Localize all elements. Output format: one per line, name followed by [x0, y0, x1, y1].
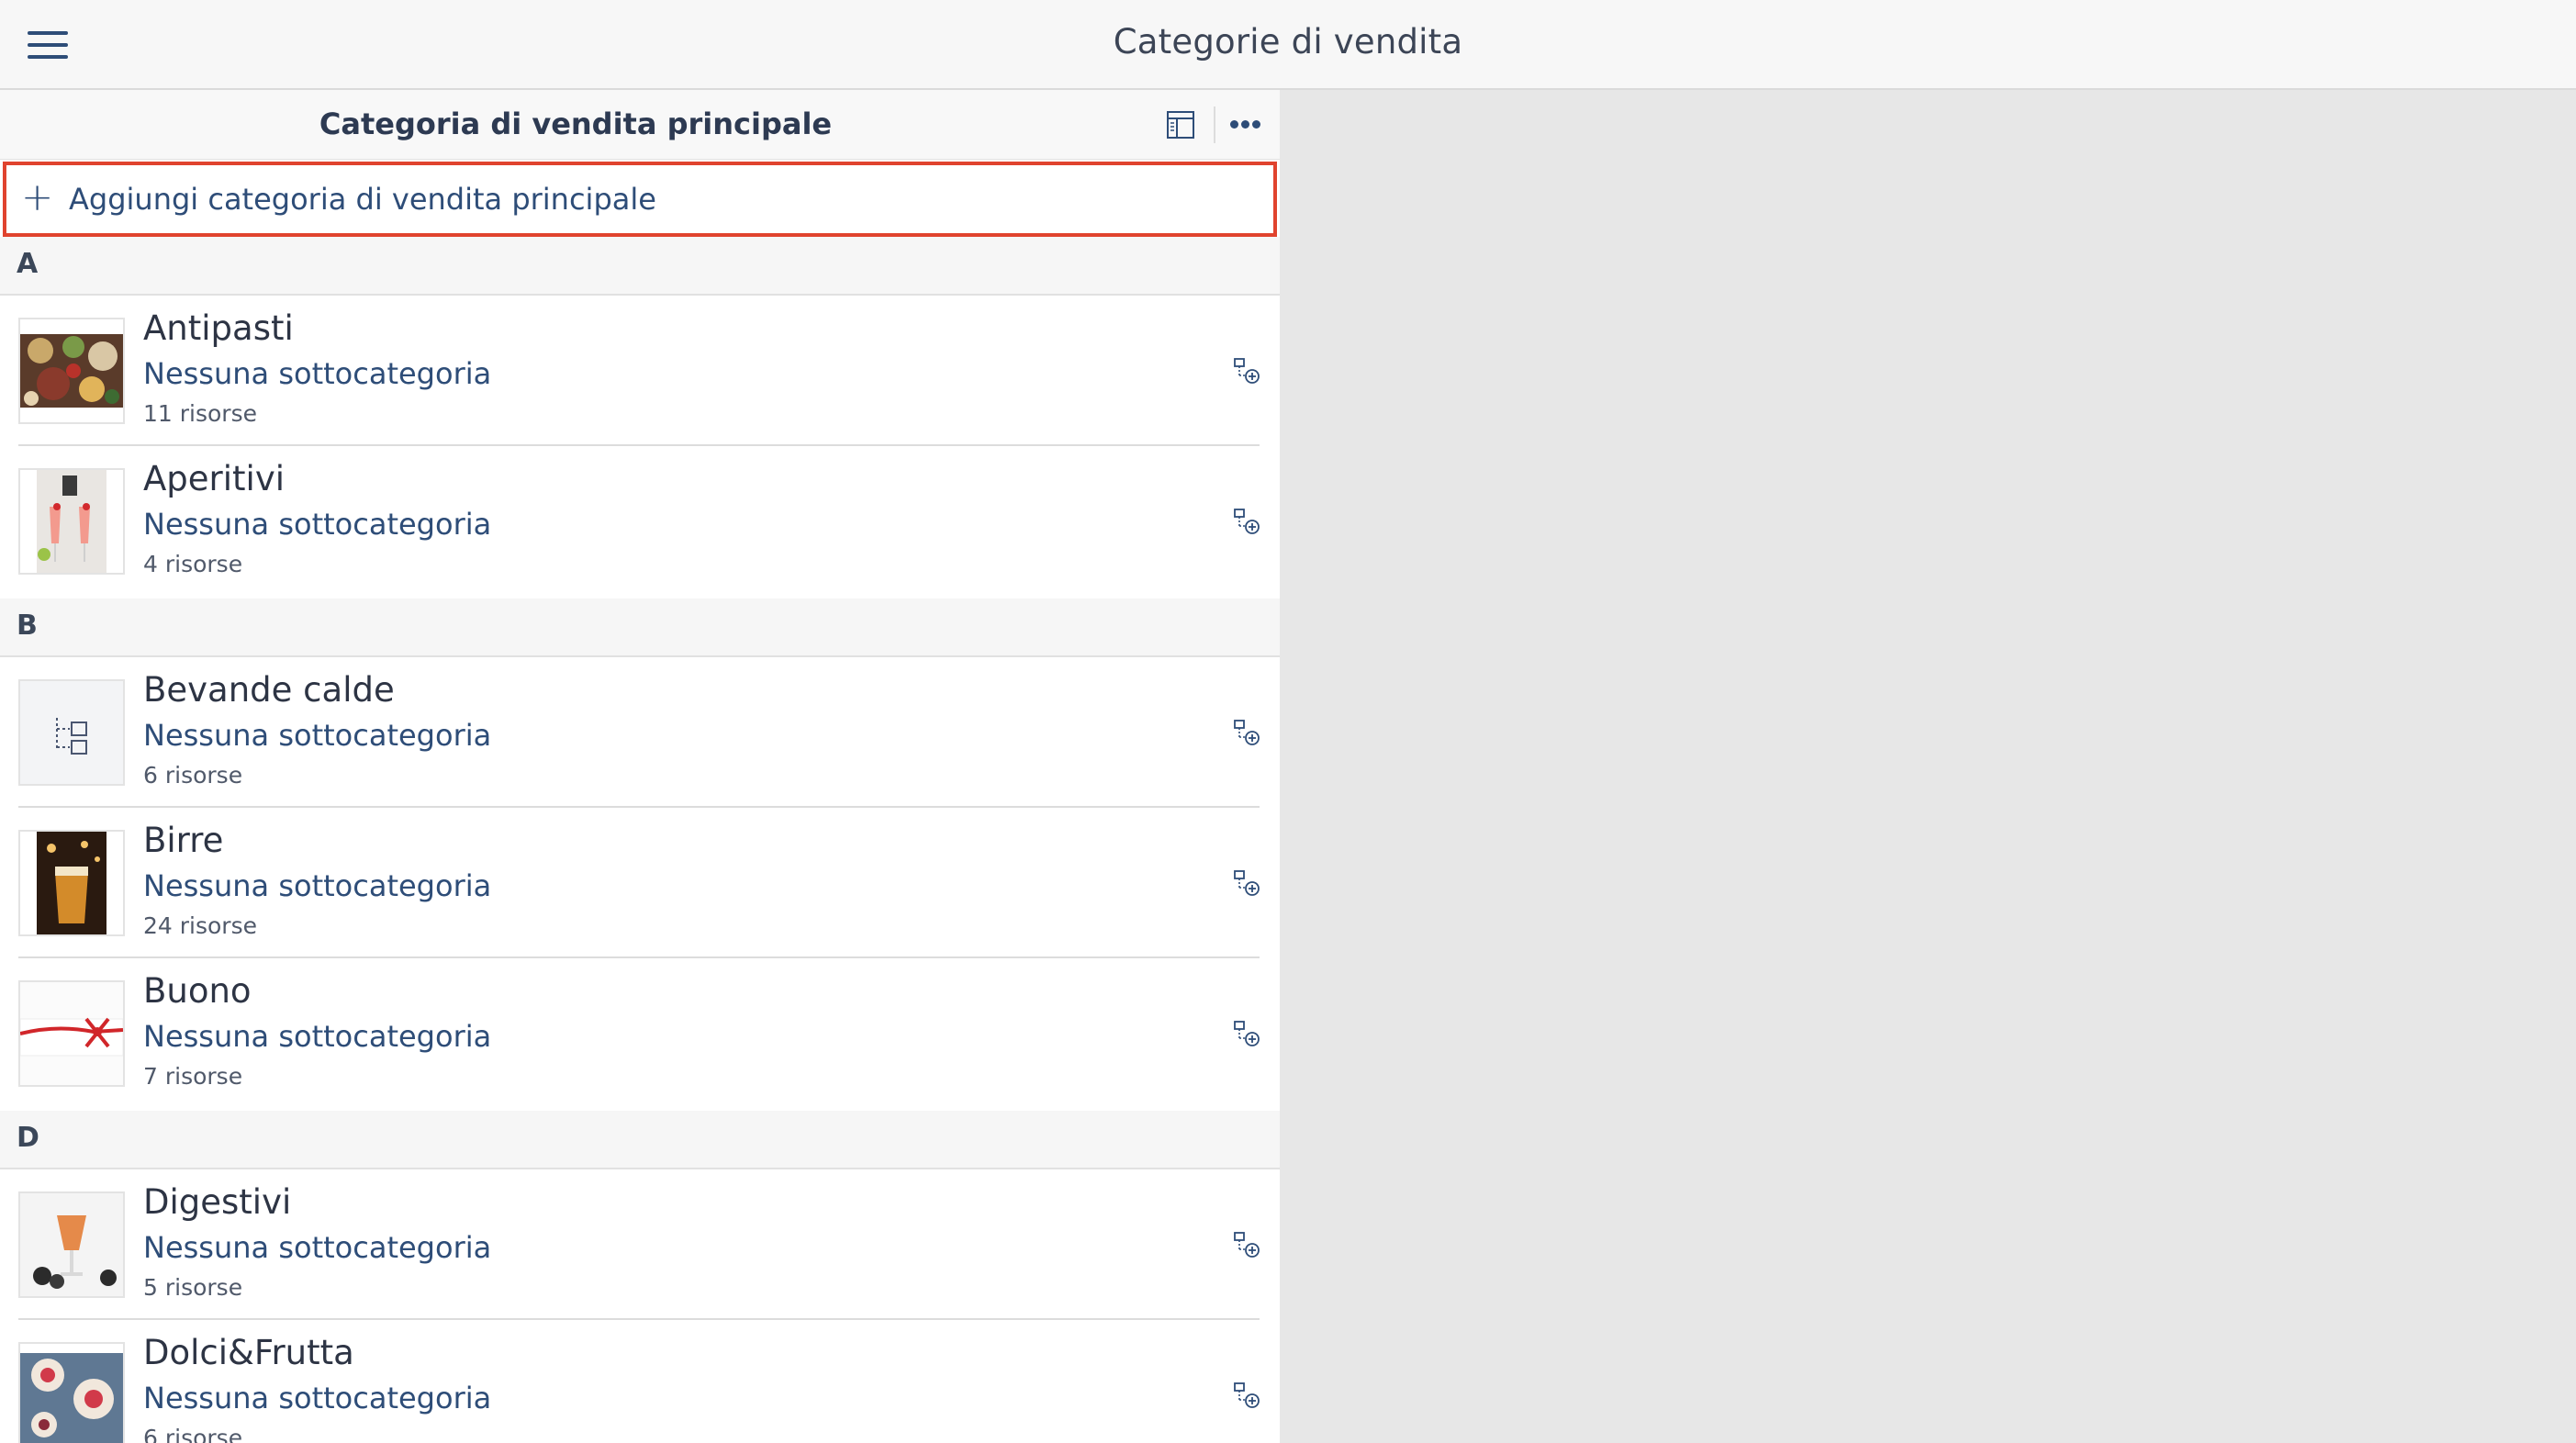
list-item-bevande-calde[interactable]: Bevande calde Nessuna sottocategoria 6 r…	[0, 657, 1280, 808]
desserts-fruit-thumbnail	[18, 1342, 125, 1443]
beer-glass-thumbnail	[18, 830, 125, 936]
resource-count: 4 risorse	[143, 551, 243, 577]
aperitif-glasses-thumbnail	[18, 468, 125, 575]
digestif-glass-thumbnail	[18, 1191, 125, 1298]
layout-panels-icon[interactable]	[1166, 110, 1195, 140]
sales-category-panel: Categoria di vendita principale + Aggiun…	[0, 90, 1280, 1443]
section-header-b: B	[0, 598, 1280, 657]
app-title: Categorie di vendita	[1113, 22, 1463, 62]
resource-count: 6 risorse	[143, 762, 243, 789]
add-main-category-button[interactable]: + Aggiungi categoria di vendita principa…	[3, 162, 1277, 237]
list-item-antipasti[interactable]: Antipasti Nessuna sottocategoria 11 riso…	[0, 296, 1280, 446]
section-letter: D	[17, 1122, 39, 1154]
section-header-d: D	[0, 1111, 1280, 1169]
resource-count: 5 risorse	[143, 1274, 243, 1301]
category-name: Aperitivi	[143, 459, 286, 498]
subcategory-status: Nessuna sottocategoria	[143, 1230, 492, 1265]
add-subcategory-icon[interactable]	[1232, 1019, 1261, 1048]
resource-count: 24 risorse	[143, 912, 257, 939]
subcategory-status: Nessuna sottocategoria	[143, 868, 492, 903]
category-name: Buono	[143, 971, 252, 1011]
add-subcategory-icon[interactable]	[1232, 507, 1261, 536]
category-name: Digestivi	[143, 1182, 292, 1222]
section-letter: A	[17, 248, 39, 280]
panel-title: Categoria di vendita principale	[319, 106, 833, 141]
list-item-birre[interactable]: Birre Nessuna sottocategoria 24 risorse	[0, 808, 1280, 958]
gift-ribbon-thumbnail	[18, 980, 125, 1087]
header-divider	[1214, 106, 1215, 143]
panel-header: Categoria di vendita principale	[0, 90, 1280, 160]
resource-count: 6 risorse	[143, 1425, 243, 1443]
list-item-digestivi[interactable]: Digestivi Nessuna sottocategoria 5 risor…	[0, 1169, 1280, 1320]
category-name: Antipasti	[143, 308, 294, 348]
add-main-category-label: Aggiungi categoria di vendita principale	[69, 182, 656, 217]
add-subcategory-icon[interactable]	[1232, 1230, 1261, 1259]
subcategory-status: Nessuna sottocategoria	[143, 1019, 492, 1054]
subcategory-status: Nessuna sottocategoria	[143, 507, 492, 542]
add-subcategory-icon[interactable]	[1232, 718, 1261, 747]
list-item-dolci-frutta[interactable]: Dolci&Frutta Nessuna sottocategoria 6 ri…	[0, 1320, 1280, 1443]
add-subcategory-icon[interactable]	[1232, 356, 1261, 386]
section-header-a: A	[0, 237, 1280, 296]
subcategory-status: Nessuna sottocategoria	[143, 356, 492, 391]
detail-area	[1280, 90, 2576, 1443]
category-name: Bevande calde	[143, 670, 395, 710]
subcategory-status: Nessuna sottocategoria	[143, 1381, 492, 1415]
resource-count: 11 risorse	[143, 400, 257, 427]
plus-icon: +	[21, 174, 54, 219]
add-subcategory-icon[interactable]	[1232, 1381, 1261, 1410]
more-dots-icon[interactable]	[1230, 120, 1261, 129]
food-platter-thumbnail	[18, 318, 125, 424]
category-name: Dolci&Frutta	[143, 1333, 354, 1372]
add-subcategory-icon[interactable]	[1232, 868, 1261, 898]
resource-count: 7 risorse	[143, 1063, 243, 1090]
category-tree-placeholder-icon	[18, 679, 125, 786]
subcategory-status: Nessuna sottocategoria	[143, 718, 492, 753]
category-name: Birre	[143, 821, 224, 860]
section-letter: B	[17, 610, 38, 642]
list-item-buono[interactable]: Buono Nessuna sottocategoria 7 risorse	[0, 958, 1280, 1109]
top-app-bar: Categorie di vendita	[0, 0, 2576, 90]
list-item-aperitivi[interactable]: Aperitivi Nessuna sottocategoria 4 risor…	[0, 446, 1280, 597]
